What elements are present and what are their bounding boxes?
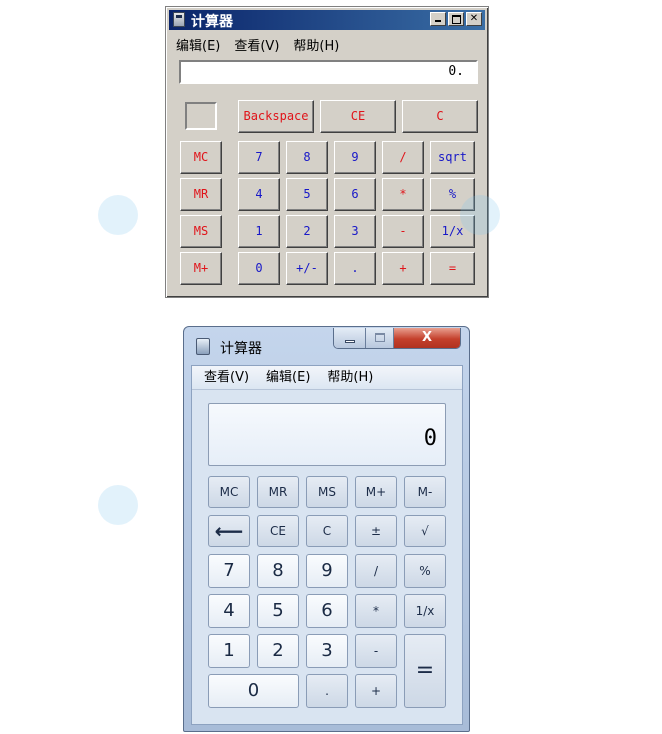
classic-digit-6-button[interactable]: 6 [334, 178, 376, 211]
classic-sqrt-button[interactable]: sqrt [430, 141, 475, 174]
maximize-button[interactable] [448, 12, 464, 26]
classic-memory-clear-button[interactable]: MC [180, 141, 222, 174]
classic-memory-recall-button[interactable]: MR [180, 178, 222, 211]
win7-memory-store-button[interactable]: MS [306, 476, 348, 508]
classic-digit-9-button[interactable]: 9 [334, 141, 376, 174]
close-button[interactable]: X [394, 328, 460, 348]
win7-digit-7-button[interactable]: 7 [208, 554, 250, 588]
win7-digit-5-button[interactable]: 5 [257, 594, 299, 628]
classic-memory-add-button[interactable]: M+ [180, 252, 222, 285]
win7-display: 0 [208, 403, 446, 466]
watermark-logo [460, 195, 500, 235]
calculator-icon [173, 12, 185, 27]
win7-client-area: 查看(V) 编辑(E) 帮助(H) 0 MC MR MS M+ M- ⟵ CE C ± √ 7 8 9/… [191, 365, 463, 725]
classic-calculator-window: 计算器 ✕ 编辑(E) 查看(V) 帮助(H) 0. Backspace CE C M… [165, 6, 489, 298]
classic-sign-toggle-button[interactable]: +/- [286, 252, 328, 285]
win7-reciprocal-button[interactable]: 1/x [404, 594, 446, 628]
classic-digit-5-button[interactable]: 5 [286, 178, 328, 211]
classic-divide-button[interactable]: / [382, 141, 424, 174]
classic-clear-entry-button[interactable]: CE [320, 100, 396, 133]
win7-clear-entry-button[interactable]: CE [257, 515, 299, 547]
menu-help[interactable]: 帮助(H) [293, 35, 339, 54]
classic-digit-0-button[interactable]: 0 [238, 252, 280, 285]
classic-window-controls: ✕ [430, 12, 482, 26]
menu-help[interactable]: 帮助(H) [327, 366, 373, 389]
close-icon: X [421, 330, 433, 345]
win7-decimal-button[interactable]: . [306, 674, 348, 708]
win7-digit-6-button[interactable]: 6 [306, 594, 348, 628]
minimize-button[interactable] [334, 328, 366, 348]
win7-memory-recall-button[interactable]: MR [257, 476, 299, 508]
menu-edit[interactable]: 编辑(E) [176, 35, 220, 54]
win7-window-title: 计算器 [220, 341, 262, 357]
menu-view[interactable]: 查看(V) [204, 366, 249, 389]
close-icon: ✕ [469, 13, 479, 24]
win7-equals-button[interactable]: = [404, 634, 446, 708]
win7-digit-1-button[interactable]: 1 [208, 634, 250, 668]
classic-display: 0. [179, 60, 478, 84]
win7-digit-3-button[interactable]: 3 [306, 634, 348, 668]
win7-backspace-button[interactable]: ⟵ [208, 515, 250, 547]
win7-digit-0-button[interactable]: 0 [208, 674, 299, 708]
win7-calculator-window: 计算器 X 查看(V) 编辑(E) 帮助(H) 0 MC MR MS M+ M- ⟵ CE C… [183, 326, 470, 732]
classic-digit-8-button[interactable]: 8 [286, 141, 328, 174]
classic-subtract-button[interactable]: - [382, 215, 424, 248]
win7-memory-subtract-button[interactable]: M- [404, 476, 446, 508]
win7-clear-button[interactable]: C [306, 515, 348, 547]
win7-digit-9-button[interactable]: 9 [306, 554, 348, 588]
watermark-logo [98, 485, 138, 525]
win7-digit-8-button[interactable]: 8 [257, 554, 299, 588]
classic-digit-3-button[interactable]: 3 [334, 215, 376, 248]
minimize-button[interactable] [430, 12, 446, 26]
win7-menu-bar: 查看(V) 编辑(E) 帮助(H) [192, 366, 462, 390]
win7-window-controls: X [333, 328, 461, 349]
classic-menu-bar: 编辑(E) 查看(V) 帮助(H) [176, 35, 339, 54]
classic-digit-1-button[interactable]: 1 [238, 215, 280, 248]
menu-view[interactable]: 查看(V) [234, 35, 279, 54]
win7-percent-button[interactable]: % [404, 554, 446, 588]
win7-memory-add-button[interactable]: M+ [355, 476, 397, 508]
win7-add-button[interactable]: + [355, 674, 397, 708]
watermark-logo [98, 195, 138, 235]
close-button[interactable]: ✕ [466, 12, 482, 26]
maximize-button[interactable] [366, 328, 394, 348]
win7-subtract-button[interactable]: - [355, 634, 397, 668]
classic-multiply-button[interactable]: * [382, 178, 424, 211]
classic-window-title: 计算器 [191, 14, 233, 30]
classic-digit-7-button[interactable]: 7 [238, 141, 280, 174]
classic-digit-2-button[interactable]: 2 [286, 215, 328, 248]
calculator-icon [196, 338, 210, 355]
classic-title-bar[interactable]: 计算器 ✕ [169, 10, 485, 30]
menu-edit[interactable]: 编辑(E) [266, 366, 310, 389]
win7-multiply-button[interactable]: * [355, 594, 397, 628]
classic-clear-button[interactable]: C [402, 100, 478, 133]
classic-equals-button[interactable]: = [430, 252, 475, 285]
win7-sign-toggle-button[interactable]: ± [355, 515, 397, 547]
classic-memory-store-button[interactable]: MS [180, 215, 222, 248]
win7-sqrt-button[interactable]: √ [404, 515, 446, 547]
win7-digit-2-button[interactable]: 2 [257, 634, 299, 668]
classic-digit-4-button[interactable]: 4 [238, 178, 280, 211]
win7-digit-4-button[interactable]: 4 [208, 594, 250, 628]
classic-decimal-button[interactable]: . [334, 252, 376, 285]
memory-indicator [185, 102, 217, 130]
classic-backspace-button[interactable]: Backspace [238, 100, 314, 133]
classic-add-button[interactable]: + [382, 252, 424, 285]
win7-memory-clear-button[interactable]: MC [208, 476, 250, 508]
win7-divide-button[interactable]: / [355, 554, 397, 588]
